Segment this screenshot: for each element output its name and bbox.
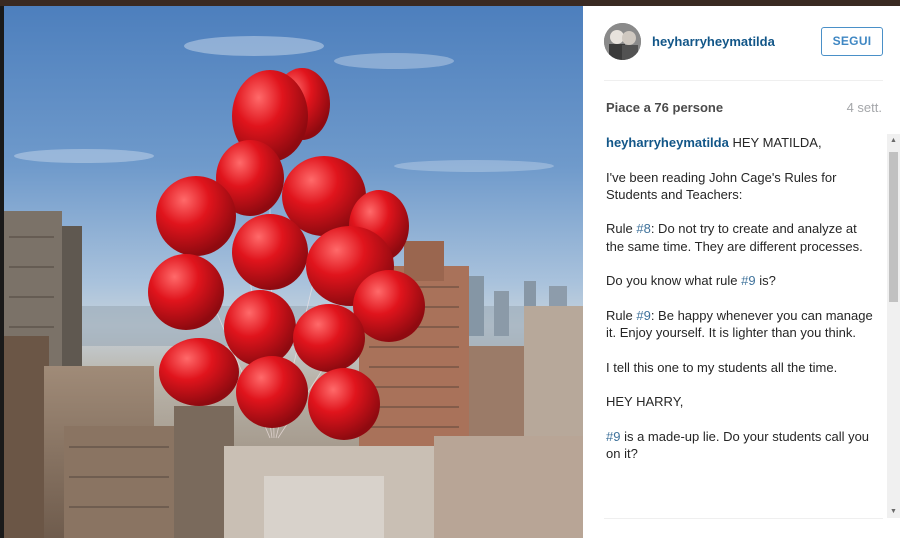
user-avatar-icon bbox=[604, 23, 641, 60]
caption-paragraph: I've been reading John Cage's Rules for … bbox=[606, 169, 837, 202]
caption-paragraph: Rule #8: Do not try to create and analyz… bbox=[606, 220, 876, 255]
follow-button[interactable]: SEGUI bbox=[821, 27, 883, 56]
likes-count[interactable]: Piace a 76 persone bbox=[606, 100, 723, 115]
hashtag-link[interactable]: #9 bbox=[606, 429, 620, 444]
red-balloons-photo-icon bbox=[4, 36, 583, 538]
caption-paragraph: I tell this one to my students all the t… bbox=[606, 359, 838, 375]
avatar[interactable] bbox=[604, 23, 641, 60]
post-photo[interactable] bbox=[4, 6, 583, 538]
caption-paragraph: Rule #9: Be happy whenever you can manag… bbox=[606, 307, 876, 342]
caption-text-segment: Rule bbox=[606, 307, 637, 323]
divider bbox=[604, 80, 883, 81]
caption-text-segment: Rule bbox=[606, 221, 637, 237]
caption-paragraph: Do you know what rule #9 is? bbox=[606, 272, 876, 289]
post-time[interactable]: 4 sett. bbox=[847, 100, 882, 115]
caption-text-segment: Do you know what rule bbox=[606, 273, 742, 289]
caption-opening: HEY MATILDA, bbox=[732, 135, 822, 150]
hashtag-link[interactable]: #9 bbox=[741, 273, 755, 288]
scroll-down-icon[interactable]: ▼ bbox=[887, 505, 900, 518]
caption-author-link[interactable]: heyharryheymatilda bbox=[606, 135, 729, 150]
post-details-panel: heyharryheymatilda SEGUI Piace a 76 pers… bbox=[583, 6, 900, 538]
caption-paragraph: HEY HARRY, bbox=[606, 394, 684, 410]
hashtag-link[interactable]: #9 bbox=[636, 308, 650, 323]
scroll-up-icon[interactable]: ▲ bbox=[887, 134, 900, 147]
caption-text-segment: is? bbox=[755, 273, 776, 289]
username-link[interactable]: heyharryheymatilda bbox=[652, 34, 775, 49]
caption-text-segment: is a made-up lie. Do your students call … bbox=[606, 429, 870, 462]
hashtag-link[interactable]: #8 bbox=[636, 221, 650, 236]
divider bbox=[604, 518, 883, 519]
caption-text: heyharryheymatilda HEY MATILDA, I've bee… bbox=[606, 134, 876, 514]
post-header: heyharryheymatilda SEGUI bbox=[583, 6, 900, 82]
scrollbar[interactable]: ▲ ▼ bbox=[887, 134, 900, 518]
scroll-thumb[interactable] bbox=[889, 152, 898, 302]
caption-paragraph: #9 is a made-up lie. Do your students ca… bbox=[606, 428, 876, 463]
